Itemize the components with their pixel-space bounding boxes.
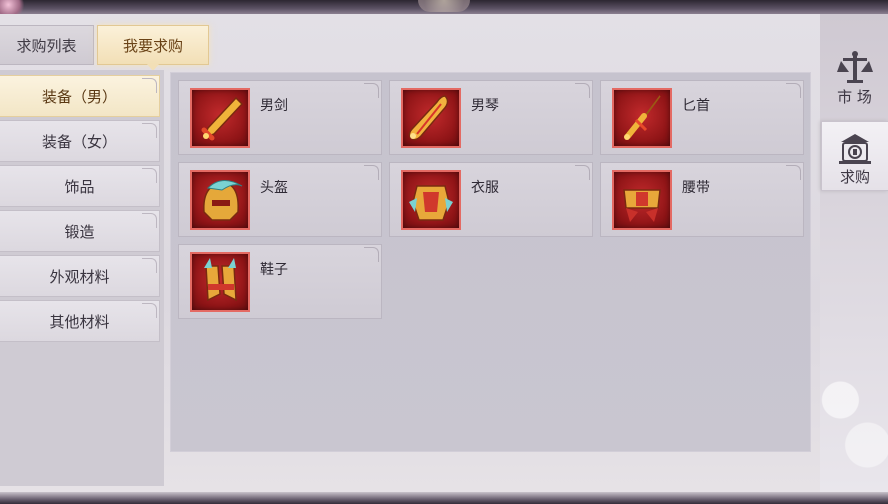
- item-name: 男剑: [260, 98, 288, 114]
- nav-purchase[interactable]: 求购: [821, 121, 888, 191]
- category-label: 装备（女）: [41, 132, 117, 151]
- cloud-pattern: [820, 340, 888, 490]
- tab-label: 我要求购: [122, 36, 183, 55]
- item-name: 腰带: [682, 180, 710, 196]
- item-card-armor[interactable]: 衣服: [389, 162, 593, 237]
- sword-icon: [190, 88, 250, 148]
- item-card-sword[interactable]: 男剑: [178, 80, 382, 155]
- guqin-icon: [401, 88, 461, 148]
- tab-label: 求购列表: [16, 36, 77, 55]
- nav-market[interactable]: 市 场: [821, 42, 888, 112]
- boots-icon: [190, 252, 250, 312]
- tab-purchase-list[interactable]: 求购列表: [0, 25, 94, 65]
- helmet-icon: [190, 170, 250, 230]
- purchase-icon: [839, 134, 871, 164]
- item-card-dagger[interactable]: 匕首: [600, 80, 804, 155]
- item-name: 鞋子: [260, 262, 288, 278]
- dagger-icon: [612, 88, 672, 148]
- category-other-materials[interactable]: 其他材料: [0, 300, 160, 342]
- belt-icon: [612, 170, 672, 230]
- category-appearance-materials[interactable]: 外观材料: [0, 255, 160, 297]
- item-name: 男琴: [471, 98, 499, 114]
- category-equip-female[interactable]: 装备（女）: [0, 120, 160, 162]
- category-label: 外观材料: [49, 267, 110, 286]
- scale-icon: [836, 51, 873, 83]
- window-frame-bottom: [0, 492, 888, 504]
- category-label: 饰品: [64, 177, 95, 196]
- item-card-belt[interactable]: 腰带: [600, 162, 804, 237]
- item-card-helmet[interactable]: 头盔: [178, 162, 382, 237]
- item-name: 衣服: [471, 180, 499, 196]
- category-label: 其他材料: [49, 312, 110, 331]
- frame-ornament: [418, 0, 470, 12]
- item-name: 头盔: [260, 180, 288, 196]
- category-forging[interactable]: 锻造: [0, 210, 160, 252]
- tab-want-to-buy[interactable]: 我要求购: [97, 25, 209, 71]
- category-list: 装备（男） 装备（女） 饰品 锻造 外观材料 其他材料: [0, 70, 164, 486]
- item-name: 匕首: [682, 98, 710, 114]
- nav-label: 市 场: [837, 88, 872, 106]
- category-label: 锻造: [64, 222, 95, 241]
- item-grid: 男剑 男琴 匕首 头盔 衣服 腰带 鞋子: [170, 72, 811, 452]
- category-accessories[interactable]: 饰品: [0, 165, 160, 207]
- item-card-boots[interactable]: 鞋子: [178, 244, 382, 319]
- item-card-guqin[interactable]: 男琴: [389, 80, 593, 155]
- armor-icon: [401, 170, 461, 230]
- category-label: 装备（男）: [41, 87, 117, 106]
- nav-label: 求购: [839, 168, 870, 186]
- category-equip-male[interactable]: 装备（男）: [0, 75, 160, 117]
